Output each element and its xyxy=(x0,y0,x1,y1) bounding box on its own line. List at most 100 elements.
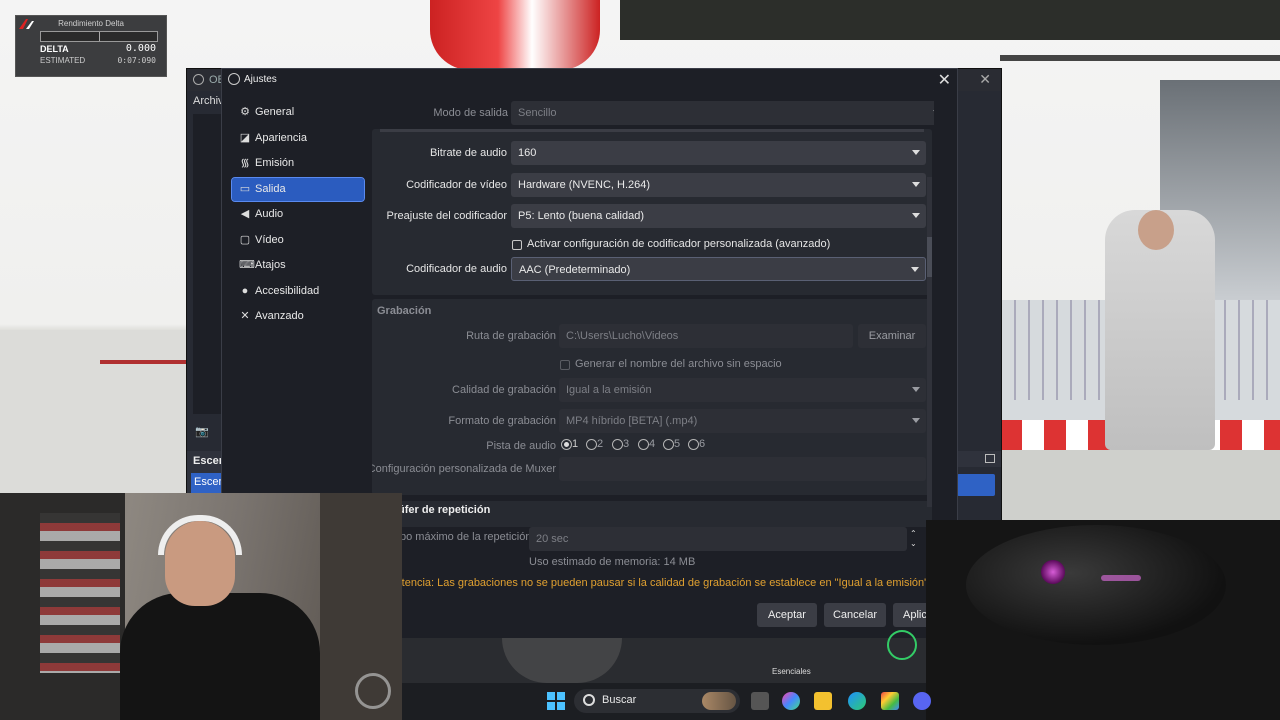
background-strip: Esenciales xyxy=(402,630,926,683)
dock-selected-item[interactable] xyxy=(957,474,995,496)
video-encoder-select[interactable]: Hardware (NVENC, H.264) xyxy=(511,173,926,197)
recording-format-row: Formato de grabación MP4 híbrido [BETA] … xyxy=(372,409,934,435)
delta-value: 0.000 xyxy=(125,43,156,54)
nav-item-salida[interactable]: ▭ Salida xyxy=(231,176,365,202)
output-mode-select[interactable]: Sencillo xyxy=(511,101,934,125)
start-icon[interactable] xyxy=(547,692,565,710)
camera-icon[interactable]: 📷 xyxy=(195,425,209,438)
chevron-down-icon xyxy=(912,213,920,218)
track-label: 4 xyxy=(649,438,656,450)
nav-item-general[interactable]: ⚙ General xyxy=(232,101,364,124)
recording-path-input[interactable]: C:\Users\Lucho\Videos xyxy=(559,324,853,348)
close-icon[interactable]: ✕ xyxy=(938,70,951,90)
obs-logo-icon xyxy=(193,74,204,85)
delta-label: DELTA xyxy=(40,44,69,54)
obs-close-icon[interactable]: ✕ xyxy=(979,71,991,88)
audio-bitrate-row: Bitrate de audio 160 xyxy=(372,141,934,167)
recording-header: Grabación xyxy=(377,305,432,317)
nav-item-apariencia[interactable]: ◪ Apariencia xyxy=(232,127,364,150)
track-surface xyxy=(1000,450,1280,520)
recording-format-label: Formato de grabación xyxy=(448,415,556,427)
nav-item-emision[interactable]: ᯾ Emisión xyxy=(232,152,364,175)
copilot-icon[interactable] xyxy=(782,692,800,710)
replay-header: úfer de repetición xyxy=(398,504,491,516)
nav-label: Accesibilidad xyxy=(255,284,320,297)
overhead-structure xyxy=(620,0,1280,40)
encoder-preset-label: Preajuste del codificador xyxy=(386,210,507,222)
store-icon[interactable] xyxy=(881,692,899,710)
search-placeholder: Buscar xyxy=(602,694,637,706)
stream-logo-icon xyxy=(355,673,391,709)
dialog-titlebar: Ajustes ✕ xyxy=(222,69,957,91)
audio-track-label: Pista de audio xyxy=(486,440,556,452)
track-radio-1[interactable] xyxy=(561,439,572,450)
nav-item-atajos[interactable]: ⌨ Atajos xyxy=(232,254,364,277)
muxer-label: Configuración personalizada de Muxer xyxy=(372,463,556,475)
audio-bitrate-select[interactable]: 160 xyxy=(511,141,926,165)
float-dock-icon[interactable] xyxy=(985,454,995,463)
left-kerb xyxy=(100,360,190,364)
track-label: 3 xyxy=(623,438,630,450)
chevron-down-icon xyxy=(912,150,920,155)
steering-wheel xyxy=(966,525,1226,645)
memory-estimate: Uso estimado de memoria: 14 MB xyxy=(529,556,696,566)
delta-widget: Rendimiento Delta DELTA 0.000 ESTIMATED … xyxy=(15,15,167,77)
car-wing xyxy=(430,0,600,70)
track-radio-6[interactable] xyxy=(688,439,699,450)
track-label: 6 xyxy=(699,438,706,450)
audio-encoder-label: Codificador de audio xyxy=(406,263,507,275)
replay-time-input[interactable]: 20 sec xyxy=(529,527,907,551)
track-radio-5[interactable] xyxy=(663,439,674,450)
gear-icon: ⚙ xyxy=(240,106,250,118)
scroll-clip xyxy=(380,129,924,132)
cancel-button[interactable]: Cancelar xyxy=(824,603,886,627)
encoder-preset-value: P5: Lento (buena calidad) xyxy=(518,210,644,222)
nav-item-avanzado[interactable]: ✕ Avanzado xyxy=(232,305,364,328)
file-explorer-icon[interactable] xyxy=(814,692,832,710)
nav-item-audio[interactable]: ◀ Audio xyxy=(232,203,364,226)
obs-preview xyxy=(193,114,221,414)
accept-button[interactable]: Aceptar xyxy=(757,603,817,627)
scrollbar-track[interactable] xyxy=(927,177,932,507)
track-radio-3[interactable] xyxy=(612,439,623,450)
custom-encoder-checkbox[interactable] xyxy=(512,240,522,250)
audio-encoder-select[interactable]: AAC (Predeterminado) xyxy=(511,257,926,281)
dialog-title: Ajustes xyxy=(244,74,277,85)
obs-logo-icon xyxy=(228,73,240,85)
audio-bitrate-value: 160 xyxy=(518,147,537,159)
track-radio-4[interactable] xyxy=(638,439,649,450)
settings-nav: ⚙ General ◪ Apariencia ᯾ Emisión ▭ Salid… xyxy=(231,101,365,331)
taskbar-search[interactable]: Buscar xyxy=(574,689,740,713)
menu-file[interactable]: Archiv xyxy=(193,95,224,107)
scrollbar-thumb[interactable] xyxy=(927,237,932,277)
palette-icon: ◪ xyxy=(239,131,251,144)
strip-label: Esenciales xyxy=(772,667,811,676)
streaming-group: Bitrate de audio 160 Codificador de víde… xyxy=(372,129,932,295)
recording-group: Grabación Ruta de grabación C:\Users\Luc… xyxy=(372,299,932,495)
nav-item-video[interactable]: ▢ Vídeo xyxy=(232,229,364,252)
spinner-arrows-icon[interactable]: ⌃ ⌄ xyxy=(910,529,917,549)
edge-icon[interactable] xyxy=(848,692,866,710)
track-radio-2[interactable] xyxy=(586,439,597,450)
audio-encoder-row: Codificador de audio AAC (Predeterminado… xyxy=(372,257,934,283)
power-icon xyxy=(887,630,917,660)
recording-path-value: C:\Users\Lucho\Videos xyxy=(566,330,679,342)
recording-format-select[interactable]: MP4 híbrido [BETA] (.mp4) xyxy=(559,409,926,433)
browse-button[interactable]: Examinar xyxy=(858,324,926,348)
nav-label: General xyxy=(255,106,295,118)
task-view-icon[interactable] xyxy=(751,692,769,710)
encoder-preset-select[interactable]: P5: Lento (buena calidad) xyxy=(511,204,926,228)
recording-quality-select[interactable]: Igual a la emisión xyxy=(559,378,926,402)
settings-content: Modo de salida Sencillo Bitrate de audio… xyxy=(372,97,934,527)
recording-path-label: Ruta de grabación xyxy=(466,330,556,342)
chevron-down-icon xyxy=(933,110,934,115)
muxer-input[interactable] xyxy=(559,457,926,481)
discord-icon[interactable] xyxy=(913,692,931,710)
estimated-value: 0:07:090 xyxy=(117,56,156,65)
chevron-down-icon xyxy=(912,418,920,423)
accessibility-icon: ● xyxy=(241,284,249,297)
nav-label: Atajos xyxy=(255,259,286,271)
nav-item-accesibilidad[interactable]: ● Accesibilidad xyxy=(232,280,364,303)
no-space-checkbox[interactable] xyxy=(560,360,570,370)
dock-header xyxy=(957,451,1001,467)
